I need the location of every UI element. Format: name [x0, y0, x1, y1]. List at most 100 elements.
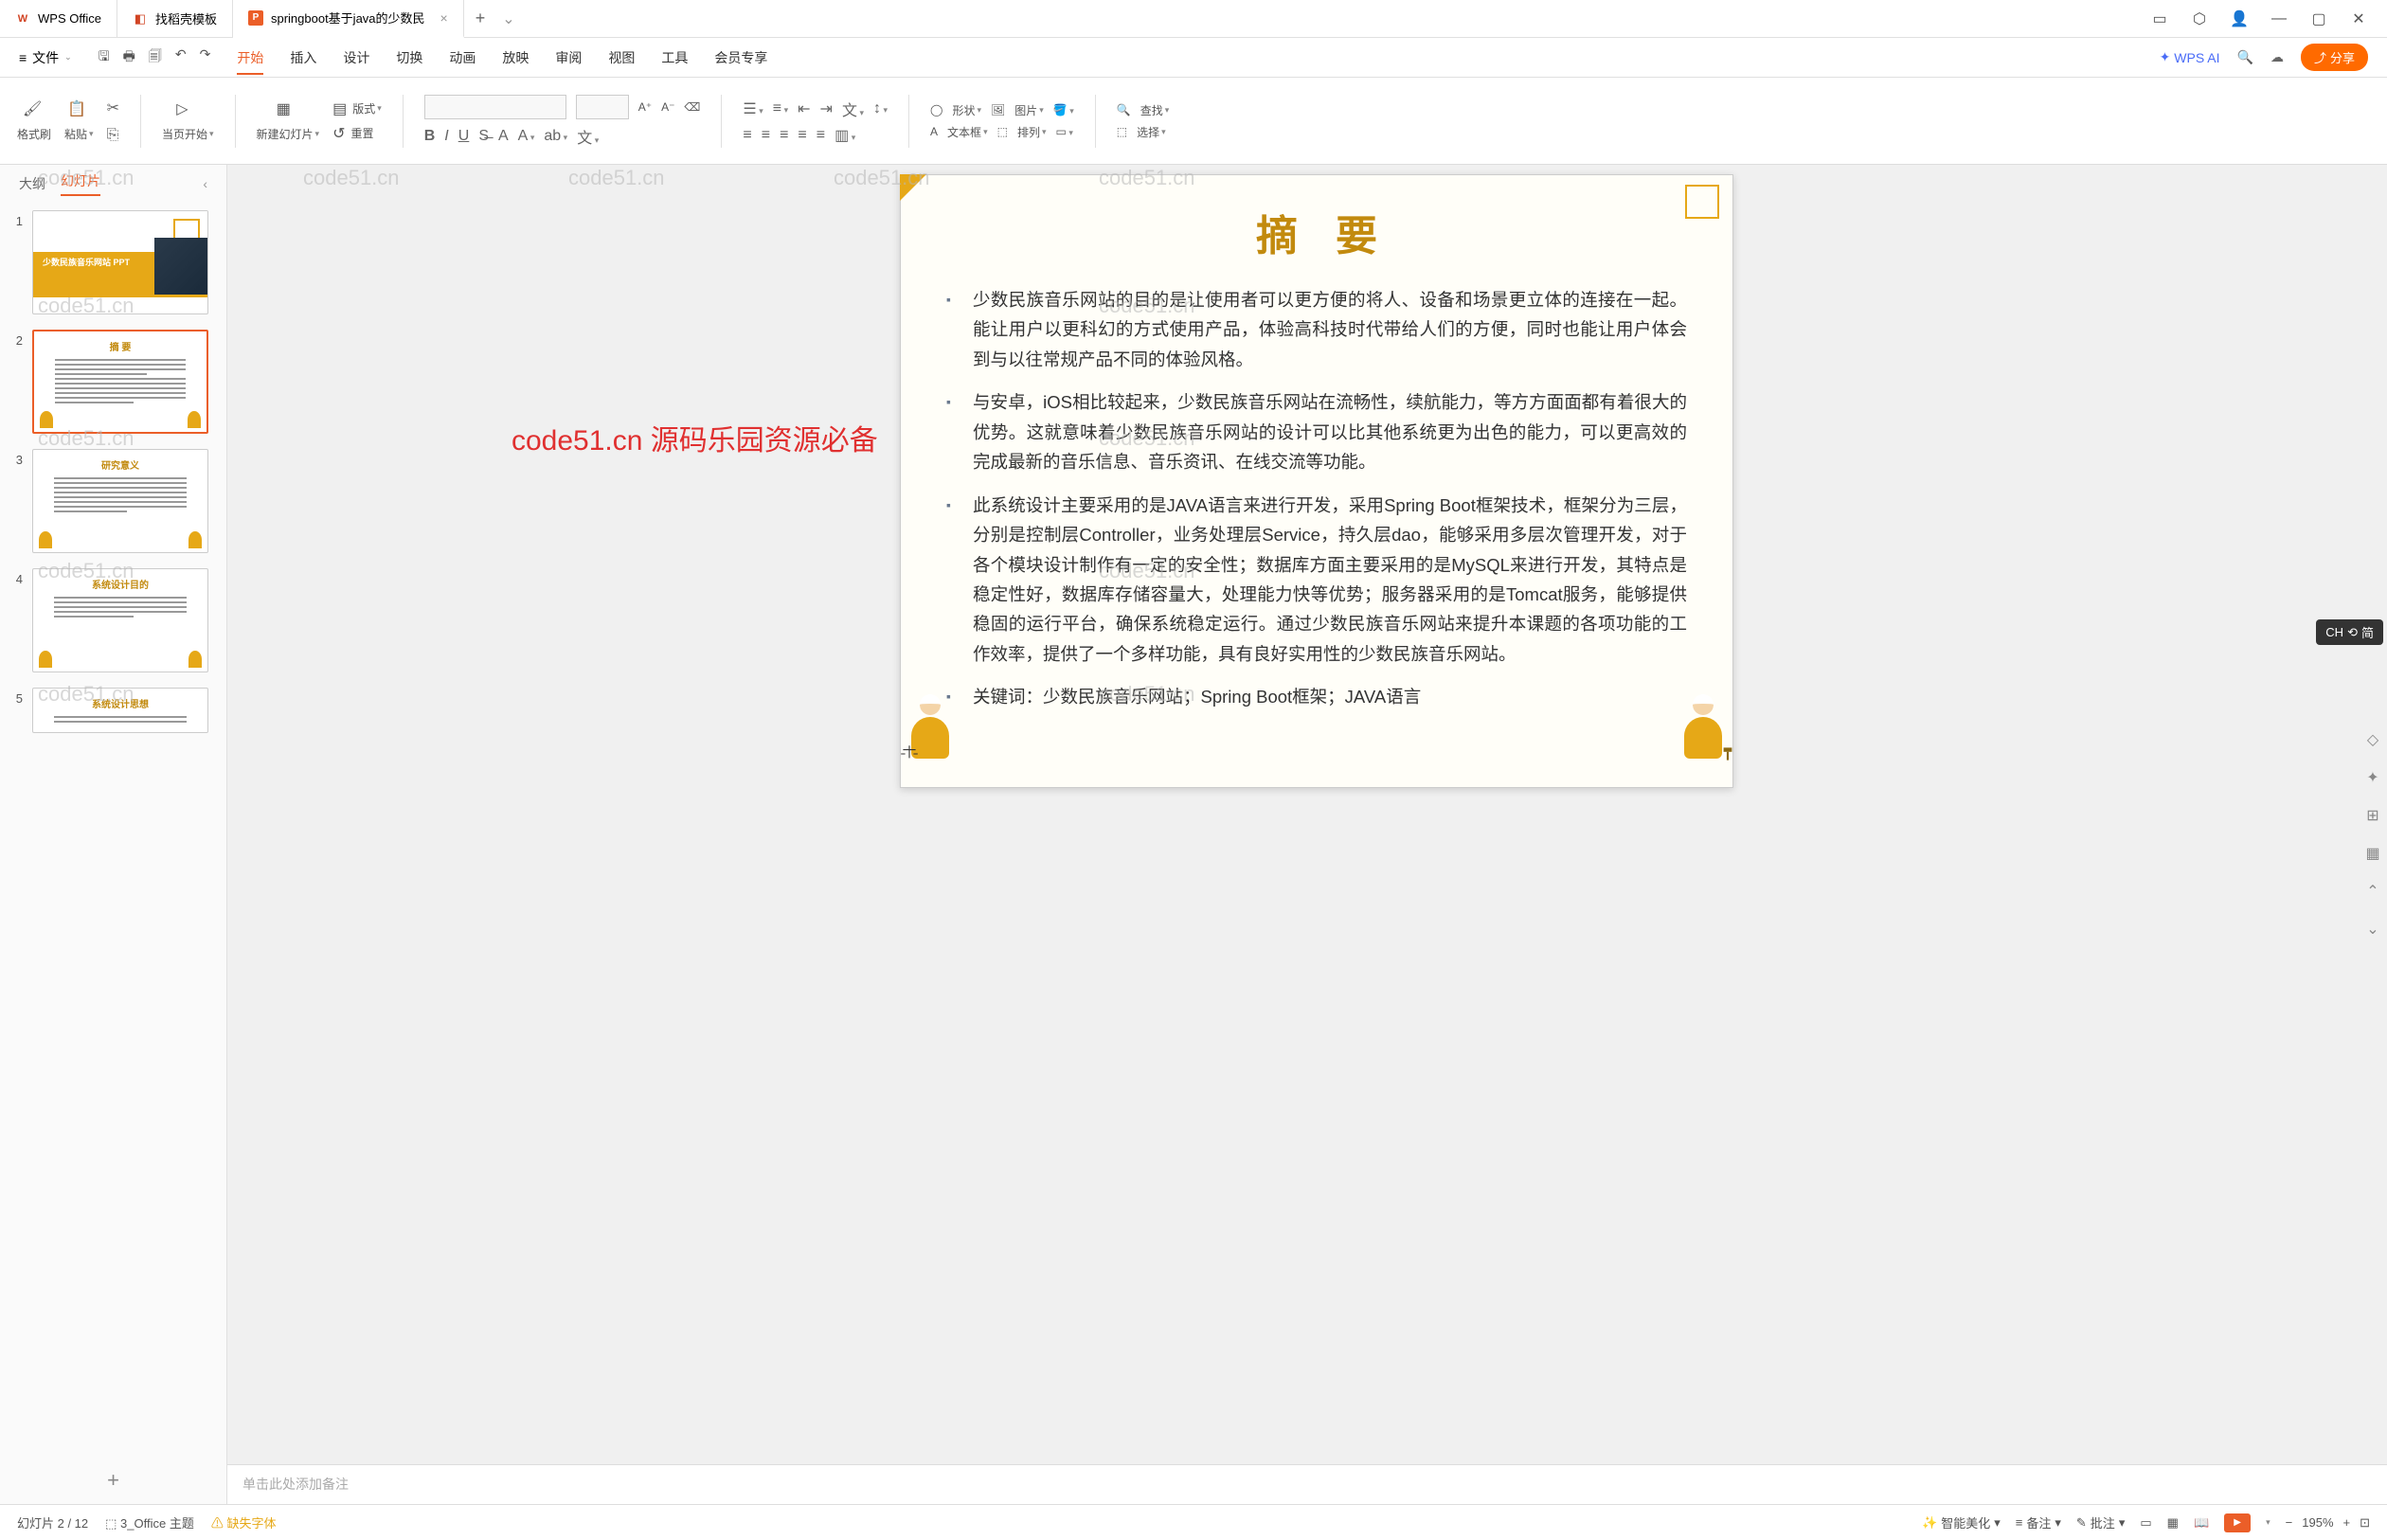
slide-thumbnail-4[interactable]: 系统设计目的	[32, 568, 208, 672]
menu-animation[interactable]: 动画	[449, 48, 476, 67]
paste-button[interactable]: 📋 粘贴	[64, 99, 94, 142]
zoom-level[interactable]: 195%	[2302, 1515, 2333, 1530]
text-effects-icon[interactable]: 文	[577, 125, 599, 148]
notes-pane[interactable]: 单击此处添加备注	[227, 1464, 2387, 1504]
theme-indicator[interactable]: ⬚ 3_Office 主题	[105, 1513, 194, 1531]
search-icon[interactable]: 🔍	[2237, 49, 2253, 65]
outline-icon[interactable]: ▭	[1055, 125, 1072, 138]
fit-window-icon[interactable]: ⊡	[2360, 1515, 2370, 1531]
print-preview-icon[interactable]: 🗐	[149, 46, 162, 69]
decrease-font-icon[interactable]: A⁻	[661, 100, 674, 114]
reset-button[interactable]: ↺ 重置	[332, 124, 382, 143]
collapse-panel-icon[interactable]: ‹	[203, 176, 207, 191]
text-direction-icon[interactable]: 文	[842, 98, 864, 120]
notes-toggle[interactable]: ≡ 备注 ▾	[2016, 1513, 2061, 1531]
share-button[interactable]: ⤴分享	[2301, 44, 2368, 71]
select-icon[interactable]: ⬚	[1117, 125, 1127, 138]
slide-title[interactable]: 摘要	[984, 202, 1687, 262]
align-justify-icon[interactable]: ≡	[798, 127, 806, 144]
cube-icon[interactable]: ⬡	[2188, 8, 2211, 30]
ime-indicator[interactable]: CH⟲简	[2316, 619, 2383, 645]
tab-docer[interactable]: ◧ 找稻壳模板	[117, 0, 233, 38]
textbox-button[interactable]: 文本框	[947, 124, 988, 140]
shadow-icon[interactable]: A	[498, 128, 509, 145]
slideshow-button[interactable]: ▶	[2224, 1513, 2251, 1532]
zoom-out-button[interactable]: −	[2286, 1515, 2293, 1530]
align-distribute-icon[interactable]: ≡	[817, 127, 825, 144]
menu-review[interactable]: 审阅	[555, 48, 582, 67]
thumbnails-list[interactable]: 1 少数民族音乐网站 PPT 2 摘 要 3 研究意义	[0, 203, 226, 1457]
slide-body[interactable]: 少数民族音乐网站的目的是让使用者可以更方便的将人、设备和场景更立体的连接在一起。…	[946, 285, 1687, 712]
zoom-in-button[interactable]: +	[2343, 1515, 2351, 1530]
menu-insert[interactable]: 插入	[290, 48, 316, 67]
bullets-icon[interactable]: ☰	[743, 99, 763, 118]
reading-view-icon[interactable]: 📖	[2194, 1515, 2209, 1531]
numbering-icon[interactable]: ≡	[773, 100, 788, 117]
review-toggle[interactable]: ✎ 批注 ▾	[2076, 1513, 2125, 1531]
wps-ai-button[interactable]: ✦WPS AI	[2160, 49, 2220, 65]
rail-item-icon[interactable]: ▦	[2362, 843, 2383, 864]
font-size-select[interactable]	[576, 95, 629, 119]
normal-view-icon[interactable]: ▭	[2140, 1515, 2151, 1531]
tab-menu-chevron[interactable]: ⌄	[502, 9, 514, 28]
cut-icon[interactable]: ✂	[107, 98, 119, 117]
strikethrough-icon[interactable]: S̶	[478, 128, 489, 145]
find-button[interactable]: 查找	[1140, 102, 1170, 118]
new-slide-button[interactable]: ▦ 新建幻灯片	[257, 99, 320, 142]
indent-decrease-icon[interactable]: ⇤	[798, 99, 810, 118]
arrange-button[interactable]: 排列	[1017, 124, 1047, 140]
line-spacing-icon[interactable]: ↕	[873, 100, 888, 117]
underline-icon[interactable]: U	[458, 128, 470, 145]
rail-up-icon[interactable]: ⌃	[2362, 881, 2383, 902]
clear-format-icon[interactable]: ⌫	[684, 100, 700, 114]
bold-icon[interactable]: B	[424, 128, 436, 145]
slide-position[interactable]: 幻灯片 2 / 12	[17, 1513, 88, 1531]
outline-tab[interactable]: 大纲	[19, 174, 45, 193]
app-menu-icon[interactable]: ▭	[2148, 8, 2171, 30]
highlight-icon[interactable]: ab	[544, 128, 567, 145]
cloud-icon[interactable]: ☁	[2270, 49, 2284, 65]
menu-view[interactable]: 视图	[608, 48, 635, 67]
shape-button[interactable]: 形状	[952, 102, 981, 118]
arrange-icon[interactable]: ⬚	[997, 125, 1008, 138]
rail-down-icon[interactable]: ⌄	[2362, 919, 2383, 940]
rail-item-icon[interactable]: ⊞	[2362, 805, 2383, 826]
tab-wps-office[interactable]: W WPS Office	[0, 0, 117, 38]
copy-icon[interactable]: ⎘	[107, 127, 119, 144]
minimize-button[interactable]: —	[2268, 8, 2290, 30]
close-icon[interactable]: ×	[440, 10, 448, 26]
align-right-icon[interactable]: ≡	[780, 127, 788, 144]
align-center-icon[interactable]: ≡	[762, 127, 770, 144]
bullet-item[interactable]: 少数民族音乐网站的目的是让使用者可以更方便的将人、设备和场景更立体的连接在一起。…	[946, 285, 1687, 374]
picture-button[interactable]: 图片	[1014, 102, 1044, 118]
align-left-icon[interactable]: ≡	[743, 127, 751, 144]
select-button[interactable]: 选择	[1137, 124, 1166, 140]
rail-item-icon[interactable]: ✦	[2362, 767, 2383, 788]
add-slide-button[interactable]: +	[0, 1457, 226, 1504]
slide-thumbnail-5[interactable]: 系统设计思想	[32, 688, 208, 733]
slide-thumbnail-2[interactable]: 摘 要	[32, 330, 208, 434]
undo-icon[interactable]: ↶	[175, 46, 187, 69]
increase-font-icon[interactable]: A⁺	[638, 100, 652, 114]
from-current-button[interactable]: ▷ 当页开始	[162, 99, 214, 142]
file-menu[interactable]: ≡ 文件 ⌄	[19, 48, 72, 67]
fill-icon[interactable]: 🪣	[1053, 103, 1074, 116]
slide-canvas[interactable]: 摘要 少数民族音乐网站的目的是让使用者可以更方便的将人、设备和场景更立体的连接在…	[900, 174, 1733, 788]
shapes-icon[interactable]: ◯	[930, 103, 942, 116]
missing-font-warning[interactable]: ⚠ 缺失字体	[211, 1513, 277, 1531]
format-painter-button[interactable]: 🖌 格式刷	[17, 99, 51, 142]
tab-document[interactable]: P springboot基于java的少数民 ×	[233, 0, 464, 38]
font-family-select[interactable]	[424, 95, 566, 119]
rail-item-icon[interactable]: ◇	[2362, 729, 2383, 750]
slides-tab[interactable]: 幻灯片	[61, 171, 100, 196]
bullet-item[interactable]: 此系统设计主要采用的是JAVA语言来进行开发，采用Spring Boot框架技术…	[946, 491, 1687, 670]
menu-transition[interactable]: 切换	[396, 48, 422, 67]
columns-icon[interactable]: ▥	[835, 126, 855, 145]
menu-design[interactable]: 设计	[343, 48, 369, 67]
save-icon[interactable]: 🖫	[99, 46, 110, 69]
menu-slideshow[interactable]: 放映	[502, 48, 529, 67]
font-color-icon[interactable]: A	[518, 128, 535, 145]
indent-increase-icon[interactable]: ⇥	[820, 99, 833, 118]
italic-icon[interactable]: I	[444, 128, 448, 145]
textbox-icon[interactable]: A	[930, 125, 938, 138]
